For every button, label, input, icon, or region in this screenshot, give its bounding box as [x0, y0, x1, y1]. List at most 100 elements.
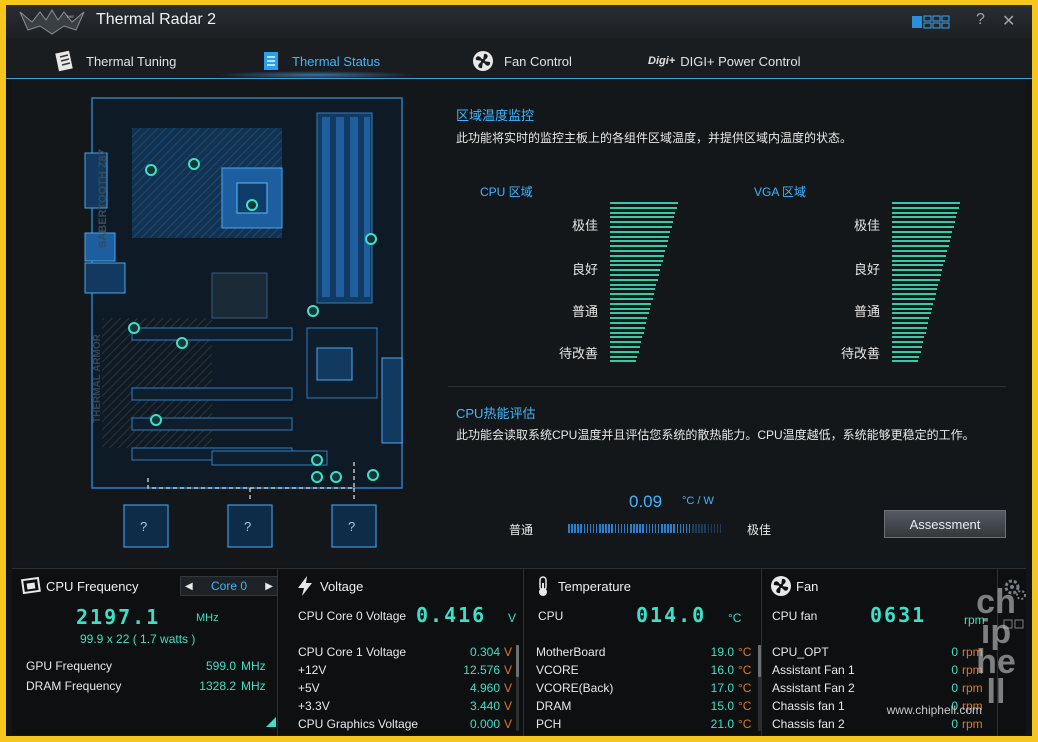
gauge-bar: [892, 322, 929, 324]
voltage-main-unit: V: [508, 611, 517, 625]
meter-tick: [577, 524, 579, 533]
sensor-label: VCORE: [536, 663, 579, 677]
gauge-bar: [610, 350, 639, 353]
sensor-label: Assistant Fan 2: [772, 681, 855, 695]
cpu-ratio: 99.9 x 22 ( 1.7 watts ): [80, 632, 196, 646]
sensor-unit: V: [504, 645, 513, 659]
meter-tick: [617, 524, 620, 533]
sensor-value: 16.0: [710, 663, 734, 677]
section-divider: [448, 386, 1006, 387]
sensor-label: CPU Core 1 Voltage: [298, 645, 407, 659]
gauge-bar: [892, 216, 957, 219]
sensor-value: 21.0: [710, 717, 734, 731]
sensor-label: +5V: [298, 681, 320, 695]
voltage-scroll-thumb[interactable]: [516, 645, 519, 677]
meter-tick: [676, 524, 678, 533]
motherboard-map: SABERTOOTH Z87 THERMAL ARMOR: [84, 97, 403, 489]
gauge-bar: [610, 341, 642, 344]
fan-icon: [771, 576, 791, 596]
gauge-bar: [892, 240, 950, 243]
core-selector[interactable]: ◀ Core 0 ▶: [180, 576, 278, 596]
meter-tick: [692, 524, 694, 533]
gpu-frequency-value: 599.0: [205, 659, 236, 673]
tab-digi-power[interactable]: Digi+ DIGI+ Power Control: [648, 47, 801, 75]
fan-title: Fan: [796, 579, 819, 594]
sensor-unit: °C: [738, 681, 752, 695]
sensor-label: CPU Graphics Voltage: [298, 717, 419, 731]
cpu-level-4: 待改善: [558, 346, 598, 361]
gauge-bar: [892, 307, 932, 310]
core-select-value: Core 0: [210, 579, 248, 593]
core-prev-icon[interactable]: ◀: [185, 581, 193, 592]
gauge-bar: [610, 274, 659, 276]
gauge-bar: [892, 293, 936, 296]
gauge-bar: [892, 346, 922, 348]
meter-tick: [685, 524, 688, 533]
svg-text:THE: THE: [66, 14, 74, 19]
main-tabs: Thermal Tuning Thermal Status Fan Contro…: [6, 39, 1032, 79]
gauge-bar: [892, 326, 927, 329]
meter-tick: [657, 524, 660, 533]
sensor-unit: °C: [738, 699, 752, 713]
cpu-level-3: 普通: [571, 304, 598, 319]
sensor-value: 3.440: [469, 699, 500, 713]
gauge-bar: [892, 206, 959, 209]
gauge-bar: [610, 360, 636, 363]
dram-frequency-label: DRAM Frequency: [26, 679, 122, 693]
temperature-main-unit: °C: [728, 611, 742, 625]
sensor-value: 17.0: [710, 681, 734, 695]
meter-tick: [608, 524, 610, 533]
voltage-main-label: CPU Core 0 Voltage: [298, 609, 407, 623]
sensor-value: 19.0: [710, 645, 734, 659]
status-panels: CPU Frequency ◀ Core 0 ▶ 2197.1 MHz 99.9…: [12, 568, 1026, 736]
fan-icon: [473, 51, 493, 71]
meter-tick: [568, 524, 570, 533]
gauge-bar: [610, 302, 652, 305]
sensor-value: 0: [951, 645, 958, 659]
tab-fan-control[interactable]: Fan Control: [472, 47, 572, 75]
gauge-bar: [610, 250, 666, 252]
gpu-frequency-label: GPU Frequency: [26, 659, 113, 673]
meter-tick: [701, 524, 703, 533]
gauge-bar: [610, 269, 661, 272]
tab-label: Thermal Status: [292, 53, 381, 69]
cpu-eval-meter: [568, 524, 722, 533]
tab-label: Thermal Tuning: [86, 53, 177, 69]
gauge-bar: [892, 317, 930, 320]
meter-tick: [654, 524, 657, 533]
cpu-frequency-unit: MHz: [196, 612, 219, 624]
gauge-bar: [892, 336, 925, 339]
thermal-status-view: SABERTOOTH Z87 THERMAL ARMOR ? ? ? 区域温度监…: [12, 80, 1026, 567]
core-next-icon[interactable]: ▶: [265, 581, 273, 592]
meter-tick: [623, 524, 626, 533]
assessment-button[interactable]: Assessment: [884, 510, 1006, 538]
voltage-main-value: 0.416: [416, 603, 487, 627]
temperature-scroll-thumb[interactable]: [758, 645, 761, 677]
title-bar: THE Thermal Radar 2 ? ✕: [6, 5, 1032, 39]
gauge-bar: [892, 312, 931, 315]
watermark: chip hell www.chiphell.com: [887, 585, 1016, 717]
tab-thermal-tuning[interactable]: Thermal Tuning: [54, 47, 176, 75]
gauge-bar: [892, 254, 946, 257]
layout-toggle-icon[interactable]: [912, 14, 960, 30]
meter-tick: [602, 524, 604, 533]
meter-tick: [719, 524, 722, 533]
sensor-unit: V: [504, 699, 513, 713]
gauge-bar: [892, 278, 940, 281]
digi-logo: Digi+: [648, 55, 676, 67]
meter-tick: [630, 524, 632, 533]
tuf-logo-icon: THE: [19, 9, 85, 35]
meter-tick: [580, 524, 582, 533]
close-button[interactable]: ✕: [1002, 11, 1015, 31]
meter-tick: [670, 524, 672, 533]
meter-tick: [682, 524, 685, 533]
panel-resize-corner-icon[interactable]: [266, 717, 276, 727]
help-button[interactable]: ?: [976, 11, 985, 29]
svg-text:?: ?: [244, 519, 251, 534]
meter-tick: [695, 524, 697, 533]
temperature-title: Temperature: [558, 579, 631, 594]
gauge-bar: [892, 360, 918, 363]
gauge-bar: [610, 259, 663, 262]
sensor-label: Chassis fan 1: [772, 699, 845, 713]
meter-tick: [589, 524, 592, 533]
